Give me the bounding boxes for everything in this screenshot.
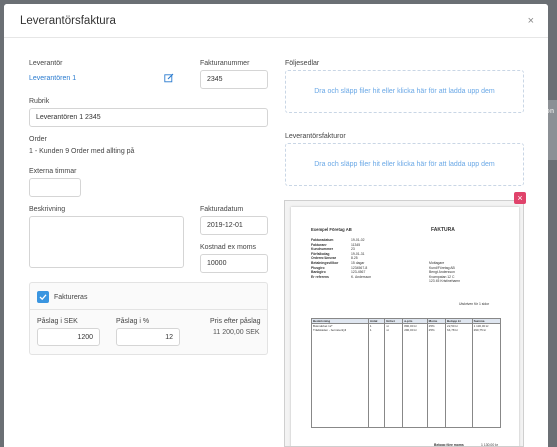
price-after-markup-value: 11 200,00 SEK: [213, 329, 260, 336]
doc-meta-value: 15 dagar: [351, 261, 365, 265]
doc-meta-value: K. Andersson: [351, 274, 372, 279]
cost-input[interactable]: 10000: [200, 254, 268, 273]
invoiced-checkbox[interactable]: [37, 291, 49, 303]
supplier-invoice-modal: Leverantörsfaktura × Leverantör Leverant…: [4, 4, 548, 447]
doc-recipient-line: Kund/Företag AB: [429, 265, 455, 270]
doc-recipient-line: Mottagare: [429, 261, 445, 265]
doc-meta-value: 123-4567: [351, 270, 366, 275]
doc-meta-label: Kundnummer: [311, 247, 334, 252]
close-icon[interactable]: ×: [528, 15, 534, 27]
remove-invoice-button[interactable]: ×: [514, 192, 526, 204]
invoice-date-input[interactable]: 2019-12-01: [200, 216, 268, 235]
doc-total-label: Belopp före moms: [434, 443, 464, 447]
doc-meta-label: Bankgiro: [311, 270, 326, 275]
doc-meta-label: Betalningsvillkor: [311, 261, 339, 265]
supplier-label: Leverantör: [29, 60, 63, 67]
modal-header: Leverantörsfaktura ×: [4, 4, 548, 38]
heading-input[interactable]: Leverantören 1 2345: [29, 108, 268, 127]
doc-meta-value: 23: [351, 247, 355, 252]
doc-recipient-line: 123 45 Kristinehamn: [429, 279, 461, 284]
panel-divider: [29, 309, 268, 310]
doc-meta-label: Förfallodag: [311, 251, 330, 256]
doc-meta-value: 19-01-02: [351, 238, 365, 242]
cost-label: Kostnad ex moms: [200, 244, 257, 251]
price-after-markup-label: Pris efter påslag: [210, 318, 261, 325]
description-textarea[interactable]: [29, 216, 184, 268]
order-value: 1 - Kunden 9 Order med allting på: [29, 148, 135, 155]
markup-percent-label: Påslag i %: [116, 318, 150, 325]
supplier-invoices-dropzone[interactable]: Dra och släpp filer hit eller klicka här…: [285, 143, 524, 186]
markup-sek-label: Påslag i SEK: [37, 318, 78, 325]
markup-percent-input[interactable]: 12: [116, 328, 180, 346]
external-hours-label: Externa timmar: [29, 168, 77, 175]
invoice-document: Exempel Företag AB FAKTURA Fakturadatum F…: [291, 207, 519, 447]
waybills-label: Följesedlar: [285, 60, 320, 67]
edit-icon[interactable]: [164, 73, 174, 83]
modal-body: Leverantör Leverantören 1 Fakturanummer …: [4, 38, 548, 447]
invoice-date-label: Fakturadatum: [200, 206, 244, 213]
invoice-number-input[interactable]: 2345: [200, 70, 268, 89]
markup-sek-input[interactable]: 1200: [37, 328, 100, 346]
modal-title: Leverantörsfaktura: [20, 15, 116, 27]
heading-label: Rubrik: [29, 98, 50, 105]
doc-title: FAKTURA: [431, 227, 455, 233]
invoiced-label: Faktureras: [54, 294, 88, 301]
doc-meta-label: Fakturadatum: [311, 238, 334, 242]
external-hours-input[interactable]: [29, 178, 81, 197]
doc-meta-value: 1234567-8: [351, 265, 368, 270]
doc-line-table: Beskrivning Antal Enhet á-pris Moms Belopp kr…: [311, 318, 502, 428]
supplier-link[interactable]: Leverantören 1: [29, 75, 76, 82]
invoice-number-label: Fakturanummer: [200, 60, 250, 67]
doc-meta-value: 11345: [351, 242, 361, 247]
doc-meta-label: Ordernr/Ansvar: [311, 256, 337, 261]
doc-meta-value: 8.25: [351, 256, 358, 261]
check-icon: [39, 294, 47, 301]
doc-total-value: 1 130,00 kr: [481, 443, 498, 447]
order-label: Order: [29, 136, 47, 143]
doc-recipient-line: Kvarnpatan 12 C: [429, 274, 455, 279]
doc-meta-label: Er referens: [311, 274, 329, 279]
description-label: Beskrivning: [29, 206, 66, 213]
supplier-invoices-label: Leverantörsfakturor: [285, 133, 346, 140]
doc-meta-label: Fakturanr: [311, 242, 327, 247]
doc-company: Exempel Företag AB: [311, 227, 352, 232]
doc-page-info: Utskriven för 1 sidor: [459, 302, 490, 306]
doc-meta-value: 19-01-31: [351, 251, 365, 256]
invoice-preview[interactable]: Exempel Företag AB FAKTURA Fakturadatum F…: [284, 200, 524, 447]
doc-recipient-line: Bengt Andersson: [429, 270, 455, 275]
doc-line-spacer: [311, 332, 502, 428]
doc-meta-label: Plusgiro: [311, 265, 325, 270]
waybills-dropzone[interactable]: Dra och släpp filer hit eller klicka här…: [285, 70, 524, 113]
